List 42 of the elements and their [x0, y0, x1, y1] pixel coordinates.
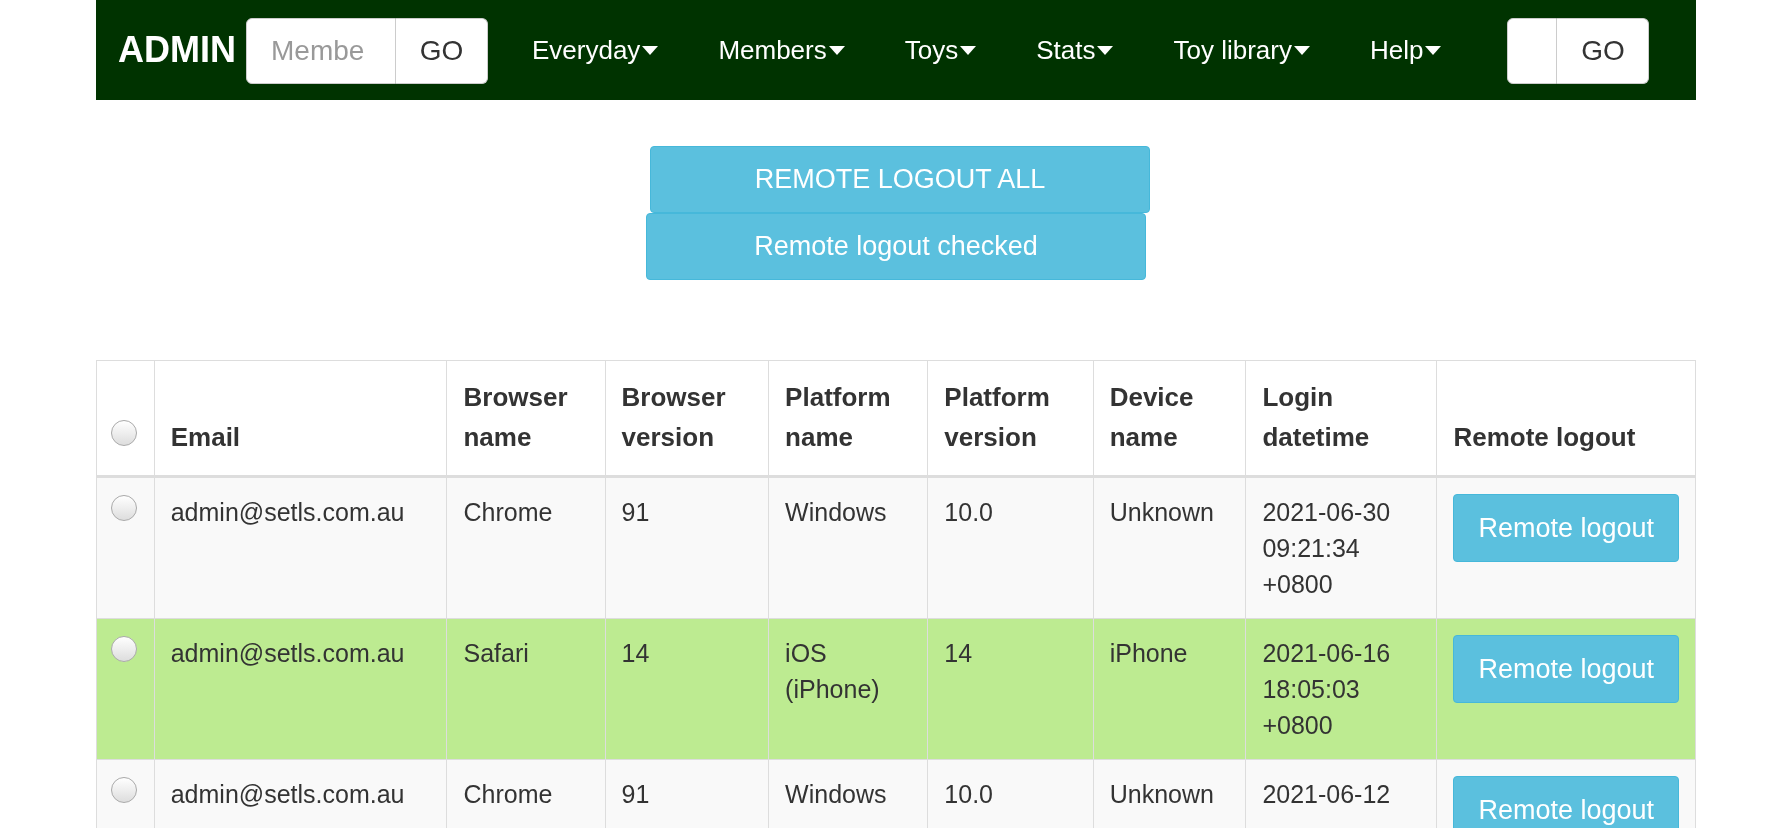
table-cell: 14: [605, 618, 769, 760]
quick-search-field[interactable]: [1507, 18, 1558, 84]
table-cell: Windows: [768, 476, 928, 619]
table-cell: 91: [605, 476, 769, 619]
row-checkbox[interactable]: [111, 777, 137, 803]
nav-menu[interactable]: Help: [1351, 34, 1460, 66]
table-cell: admin@setls.com.au: [154, 759, 447, 828]
table-cell: 91: [605, 759, 769, 828]
table-cell: Chrome: [447, 759, 606, 828]
table-cell: admin@setls.com.au: [154, 618, 447, 760]
table-cell: 10.0: [927, 759, 1094, 828]
table-cell: Chrome: [447, 476, 606, 619]
table-cell: 2021-06-12: [1245, 759, 1437, 828]
row-checkbox[interactable]: [111, 636, 137, 662]
table-cell: 10.0: [927, 476, 1094, 619]
member-search-field[interactable]: Membe: [246, 18, 396, 84]
caret-icon: [828, 45, 845, 55]
caret-icon: [1425, 45, 1442, 55]
row-checkbox[interactable]: [111, 495, 137, 521]
table-cell: Safari: [447, 618, 606, 760]
table-cell: 2021-06-30 09:21:34 +0800: [1245, 476, 1437, 619]
brand-title: ADMIN: [118, 29, 236, 71]
table-cell: Unknown: [1093, 476, 1246, 619]
table-cell: Unknown: [1093, 759, 1246, 828]
table-cell: 2021-06-16 18:05:03 +0800: [1245, 618, 1437, 760]
table-cell: 14: [927, 618, 1094, 760]
nav-menu[interactable]: Members: [700, 34, 863, 66]
table-cell: Windows: [768, 759, 928, 828]
table-cell: iPhone: [1093, 618, 1246, 760]
nav-menu[interactable]: Toy library: [1155, 34, 1328, 66]
caret-icon: [960, 45, 977, 55]
nav-menu[interactable]: Toys: [886, 34, 995, 66]
caret-icon: [1293, 45, 1310, 55]
nav-menu[interactable]: Everyday: [514, 34, 677, 66]
caret-icon: [642, 45, 659, 55]
nav-menu[interactable]: Stats: [1018, 34, 1132, 66]
caret-icon: [1097, 45, 1114, 55]
go-button[interactable]: GO: [396, 18, 488, 84]
table-cell: admin@setls.com.au: [154, 476, 447, 619]
table-cell: iOS (iPhone): [768, 618, 928, 760]
go-button[interactable]: GO: [1557, 18, 1650, 84]
select-all-checkbox[interactable]: [111, 420, 137, 446]
